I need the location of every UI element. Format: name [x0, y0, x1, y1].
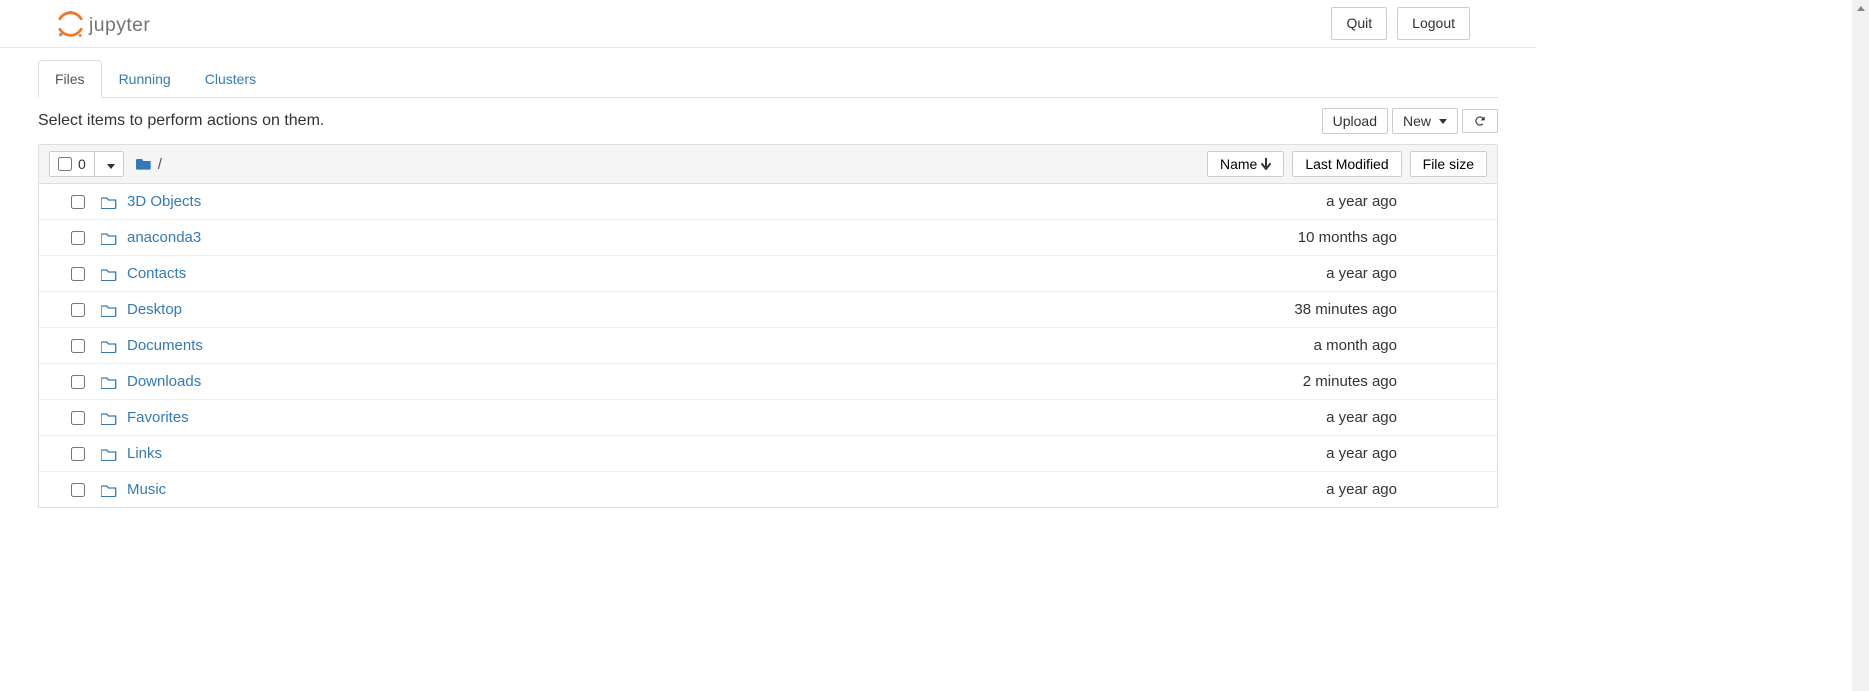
- item-modified: a year ago: [1207, 193, 1397, 210]
- item-name-link[interactable]: Contacts: [127, 265, 1207, 282]
- list-item: Linksa year ago: [39, 436, 1497, 472]
- caret-down-icon: [107, 164, 115, 169]
- refresh-button[interactable]: [1462, 109, 1498, 133]
- row-checkbox[interactable]: [71, 231, 85, 245]
- file-list: 3D Objectsa year agoanaconda310 months a…: [38, 184, 1498, 508]
- file-list-header: 0 / Name Last Modified: [38, 144, 1498, 184]
- select-all-dropdown[interactable]: [94, 152, 123, 176]
- list-item: 3D Objectsa year ago: [39, 184, 1497, 220]
- row-checkbox[interactable]: [71, 303, 85, 317]
- logout-button[interactable]: Logout: [1397, 7, 1470, 41]
- sort-size-button[interactable]: File size: [1410, 151, 1487, 177]
- row-checkbox[interactable]: [71, 195, 85, 209]
- item-name-link[interactable]: 3D Objects: [127, 193, 1207, 210]
- folder-home-icon[interactable]: [136, 156, 152, 173]
- tab-clusters[interactable]: Clusters: [188, 60, 273, 98]
- upload-button[interactable]: Upload: [1322, 108, 1388, 134]
- new-button-label: New: [1403, 113, 1431, 129]
- scrollbar-up-arrow-icon[interactable]: [1852, 0, 1869, 17]
- folder-icon: [97, 231, 121, 245]
- refresh-icon: [1473, 114, 1487, 128]
- row-checkbox[interactable]: [71, 375, 85, 389]
- svg-text:jupyter: jupyter: [88, 14, 150, 36]
- item-modified: a year ago: [1207, 445, 1397, 462]
- item-modified: a year ago: [1207, 265, 1397, 282]
- vertical-scrollbar[interactable]: [1852, 0, 1869, 691]
- page-header: jupyter Quit Logout: [0, 0, 1536, 48]
- list-item: Desktop38 minutes ago: [39, 292, 1497, 328]
- list-item: Documentsa month ago: [39, 328, 1497, 364]
- select-all-checkbox-group[interactable]: 0: [50, 152, 94, 176]
- item-modified: 38 minutes ago: [1207, 301, 1397, 318]
- new-dropdown-button[interactable]: New: [1392, 108, 1458, 134]
- list-item: Contactsa year ago: [39, 256, 1497, 292]
- folder-icon: [97, 411, 121, 425]
- jupyter-logo[interactable]: jupyter: [54, 9, 184, 39]
- row-checkbox[interactable]: [71, 267, 85, 281]
- select-all-checkbox[interactable]: [58, 157, 72, 171]
- folder-icon: [97, 483, 121, 497]
- selected-count: 0: [78, 156, 86, 172]
- caret-down-icon: [1439, 119, 1447, 124]
- item-modified: a year ago: [1207, 481, 1397, 498]
- tabs-bar: Files Running Clusters: [38, 60, 1498, 98]
- sort-modified-button[interactable]: Last Modified: [1292, 151, 1401, 177]
- row-checkbox[interactable]: [71, 447, 85, 461]
- item-modified: a month ago: [1207, 337, 1397, 354]
- folder-icon: [97, 375, 121, 389]
- tab-running[interactable]: Running: [102, 60, 188, 98]
- list-item: Musica year ago: [39, 472, 1497, 507]
- item-name-link[interactable]: Music: [127, 481, 1207, 498]
- folder-icon: [97, 303, 121, 317]
- folder-icon: [97, 267, 121, 281]
- folder-icon: [97, 195, 121, 209]
- item-name-link[interactable]: Documents: [127, 337, 1207, 354]
- quit-button[interactable]: Quit: [1331, 7, 1387, 41]
- item-modified: 2 minutes ago: [1207, 373, 1397, 390]
- col-name-label: Name: [1220, 156, 1257, 172]
- selection-hint: Select items to perform actions on them.: [38, 112, 324, 130]
- item-modified: a year ago: [1207, 409, 1397, 426]
- list-item: Downloads2 minutes ago: [39, 364, 1497, 400]
- tab-files[interactable]: Files: [38, 60, 102, 98]
- breadcrumb-separator: /: [158, 156, 162, 173]
- list-item: Favoritesa year ago: [39, 400, 1497, 436]
- folder-icon: [97, 339, 121, 353]
- item-name-link[interactable]: Links: [127, 445, 1207, 462]
- item-name-link[interactable]: anaconda3: [127, 229, 1207, 246]
- row-checkbox[interactable]: [71, 339, 85, 353]
- list-item: anaconda310 months ago: [39, 220, 1497, 256]
- sort-name-button[interactable]: Name: [1207, 151, 1284, 177]
- item-name-link[interactable]: Desktop: [127, 301, 1207, 318]
- row-checkbox[interactable]: [71, 411, 85, 425]
- item-modified: 10 months ago: [1207, 229, 1397, 246]
- item-name-link[interactable]: Downloads: [127, 373, 1207, 390]
- row-checkbox[interactable]: [71, 483, 85, 497]
- folder-icon: [97, 447, 121, 461]
- item-name-link[interactable]: Favorites: [127, 409, 1207, 426]
- arrow-down-icon: [1261, 158, 1271, 170]
